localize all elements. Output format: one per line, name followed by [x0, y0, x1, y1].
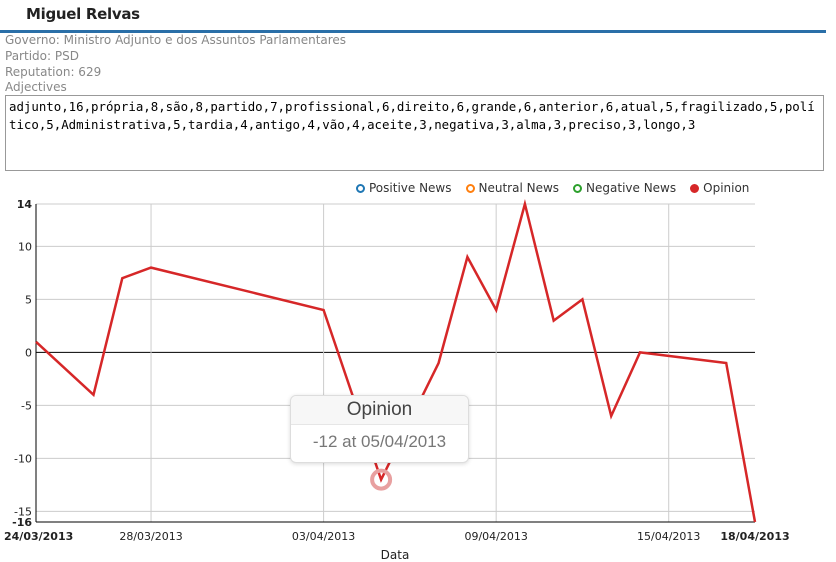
y-tick-label: -10 [14, 452, 32, 465]
y-tick-label: 10 [18, 240, 32, 253]
y-tick-label: 5 [25, 293, 32, 306]
legend-marker-icon [573, 183, 583, 193]
legend-marker-icon [465, 183, 475, 193]
y-tick-label: -16 [12, 516, 32, 529]
x-tick-label: 09/04/2013 [464, 530, 527, 543]
legend-label: Opinion [703, 181, 750, 195]
legend-label: Negative News [586, 181, 677, 195]
legend-label: Neutral News [478, 181, 560, 195]
opinion-line-chart: -16-15 -10 -5 0 5 10 14 24/03/2013 28/03/2013 03/… [4, 198, 790, 562]
y-tick-label: -5 [21, 399, 32, 412]
y-tick-label: 14 [17, 198, 33, 211]
chart-tooltip: Opinion -12 at 05/04/2013 [290, 395, 469, 463]
adjectives-textarea[interactable]: adjunto,16,própria,8,são,8,partido,7,pro… [5, 95, 824, 171]
partido-info: Partido: PSD [5, 49, 79, 63]
chart-legend: Positive News Neutral News Negative News Op… [356, 181, 749, 195]
adjectives-label: Adjectives [5, 80, 67, 94]
governo-info: Governo: Ministro Adjunto e dos Assuntos… [5, 33, 347, 47]
legend-marker-icon [356, 183, 365, 193]
legend-label: Positive News [369, 181, 452, 195]
legend-item-opinion[interactable]: Opinion [690, 181, 749, 195]
reputation-info: Reputation: 629 [5, 65, 102, 79]
x-tick-label: 03/04/2013 [292, 530, 355, 543]
legend-marker-icon [690, 183, 700, 193]
y-tick-label: 0 [25, 346, 32, 359]
x-axis-label: Data [381, 548, 410, 562]
page-title: Miguel Relvas [26, 5, 140, 23]
x-tick-label: 24/03/2013 [4, 530, 73, 543]
tooltip-body: -12 at 05/04/2013 [312, 432, 447, 451]
x-tick-label: 28/03/2013 [119, 530, 182, 543]
title-bar: Miguel Relvas [0, 0, 826, 33]
tooltip-title: Opinion [291, 396, 468, 425]
highlight-point [370, 468, 393, 491]
x-tick-label: 15/04/2013 [637, 530, 700, 543]
opinion-series-line [35, 199, 757, 523]
x-tick-label: 18/04/2013 [720, 530, 789, 543]
legend-item-neutral-news[interactable]: Neutral News [465, 181, 560, 195]
legend-item-positive-news[interactable]: Positive News [356, 181, 452, 195]
y-tick-label: -15 [14, 505, 32, 518]
legend-item-negative-news[interactable]: Negative News [573, 181, 676, 195]
